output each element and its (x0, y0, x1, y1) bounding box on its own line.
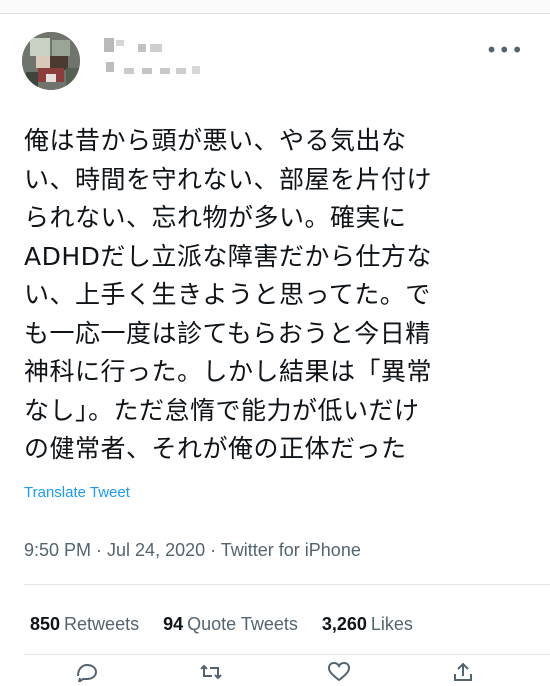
divider (24, 654, 550, 655)
divider (24, 584, 550, 585)
retweets-label: Retweets (64, 614, 140, 634)
retweet-icon[interactable] (196, 662, 226, 682)
quote-tweets-label: Quote Tweets (187, 614, 298, 634)
retweets-stat[interactable]: 850 Retweets (30, 614, 139, 635)
tweet-stats: 850 Retweets 94 Quote Tweets 3,260 Likes (30, 614, 437, 635)
likes-stat[interactable]: 3,260 Likes (322, 614, 413, 635)
likes-label: Likes (370, 614, 413, 634)
tweet-text: 俺は昔から頭が悪い、やる気出な い、時間を守れない、部屋を片付け られない、忘れ… (24, 126, 433, 463)
top-edge (0, 0, 550, 14)
reply-icon[interactable] (72, 662, 102, 685)
translate-tweet-link[interactable]: Translate Tweet (24, 484, 130, 501)
tweet-timestamp[interactable]: 9:50 PM · Jul 24, 2020 · Twitter for iPh… (24, 540, 361, 561)
quote-tweets-count: 94 (163, 614, 184, 634)
avatar[interactable] (22, 32, 80, 90)
share-icon[interactable] (448, 662, 478, 682)
quote-tweets-stat[interactable]: 94 Quote Tweets (163, 614, 298, 635)
retweets-count: 850 (30, 614, 61, 634)
heart-icon[interactable] (324, 661, 354, 682)
likes-count: 3,260 (321, 614, 367, 634)
more-icon[interactable]: ••• (486, 40, 524, 60)
author-name-blurred[interactable] (104, 38, 214, 86)
action-bar (0, 661, 550, 685)
